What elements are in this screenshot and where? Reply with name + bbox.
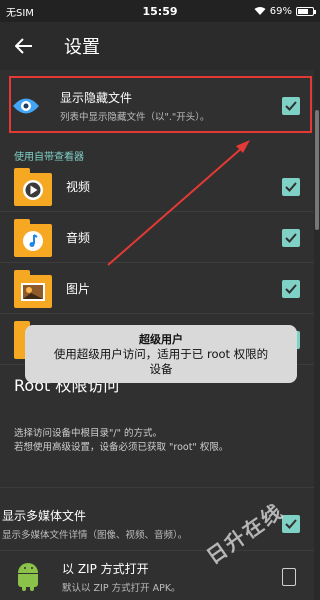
- check-icon: [285, 232, 297, 243]
- root-access-description: 选择访问设备中根目录"/" 的方式。 若想使用高级设置，设备必须已获取 "roo…: [14, 428, 229, 453]
- music-folder-icon: [14, 218, 52, 257]
- document-icon: [282, 568, 296, 586]
- app-bar: 设置: [0, 22, 320, 70]
- superuser-tooltip: 超级用户 使用超级用户访问，适用于已 root 权限的 设备: [25, 325, 297, 383]
- image-folder-icon: [14, 269, 52, 308]
- viewer-item-label: 视频: [66, 180, 91, 194]
- video-folder-icon: [14, 167, 52, 206]
- open-as-zip-row[interactable]: 以 ZIP 方式打开 默认以 ZIP 方式打开 APK。: [0, 554, 314, 600]
- viewer-image-checkbox[interactable]: [282, 279, 300, 298]
- back-button[interactable]: [0, 22, 48, 70]
- tooltip-body-line2: 设备: [149, 362, 173, 376]
- battery-icon: [296, 6, 316, 16]
- clock: 15:59: [142, 4, 178, 18]
- page-title: 设置: [64, 37, 100, 58]
- status-bar: 无SIM 15:59 69%: [0, 0, 320, 22]
- android-icon: [16, 563, 40, 591]
- arrow-left-icon: [15, 38, 32, 54]
- viewer-item-image[interactable]: 图片: [0, 264, 314, 314]
- tooltip-body-line1: 使用超级用户访问，适用于已 root 权限的: [53, 347, 269, 361]
- viewer-section-header: 使用自带查看器: [14, 152, 84, 163]
- viewer-item-label: 音频: [66, 231, 91, 245]
- viewer-item-video[interactable]: 视频: [0, 162, 314, 212]
- tooltip-title: 超级用户: [139, 333, 183, 346]
- open-as-zip-title: 以 ZIP 方式打开: [62, 562, 149, 576]
- annotation-highlight-box: [9, 76, 312, 133]
- viewer-item-label: 图片: [66, 282, 91, 296]
- open-as-zip-subtitle: 默认以 ZIP 方式打开 APK。: [62, 583, 181, 594]
- divider: [0, 550, 314, 551]
- show-multimedia-title: 显示多媒体文件: [2, 509, 87, 523]
- viewer-video-checkbox[interactable]: [282, 177, 300, 196]
- scrollbar-thumb[interactable]: [315, 110, 319, 230]
- divider: [0, 487, 314, 488]
- scrollbar[interactable]: [314, 70, 320, 600]
- check-icon: [285, 283, 297, 294]
- show-multimedia-subtitle: 显示多媒体文件详情（图像、视频、音频）。: [2, 530, 188, 541]
- battery-fill: [298, 8, 308, 14]
- check-icon: [285, 181, 297, 192]
- viewer-item-audio[interactable]: 音频: [0, 213, 314, 263]
- viewer-audio-checkbox[interactable]: [282, 228, 300, 247]
